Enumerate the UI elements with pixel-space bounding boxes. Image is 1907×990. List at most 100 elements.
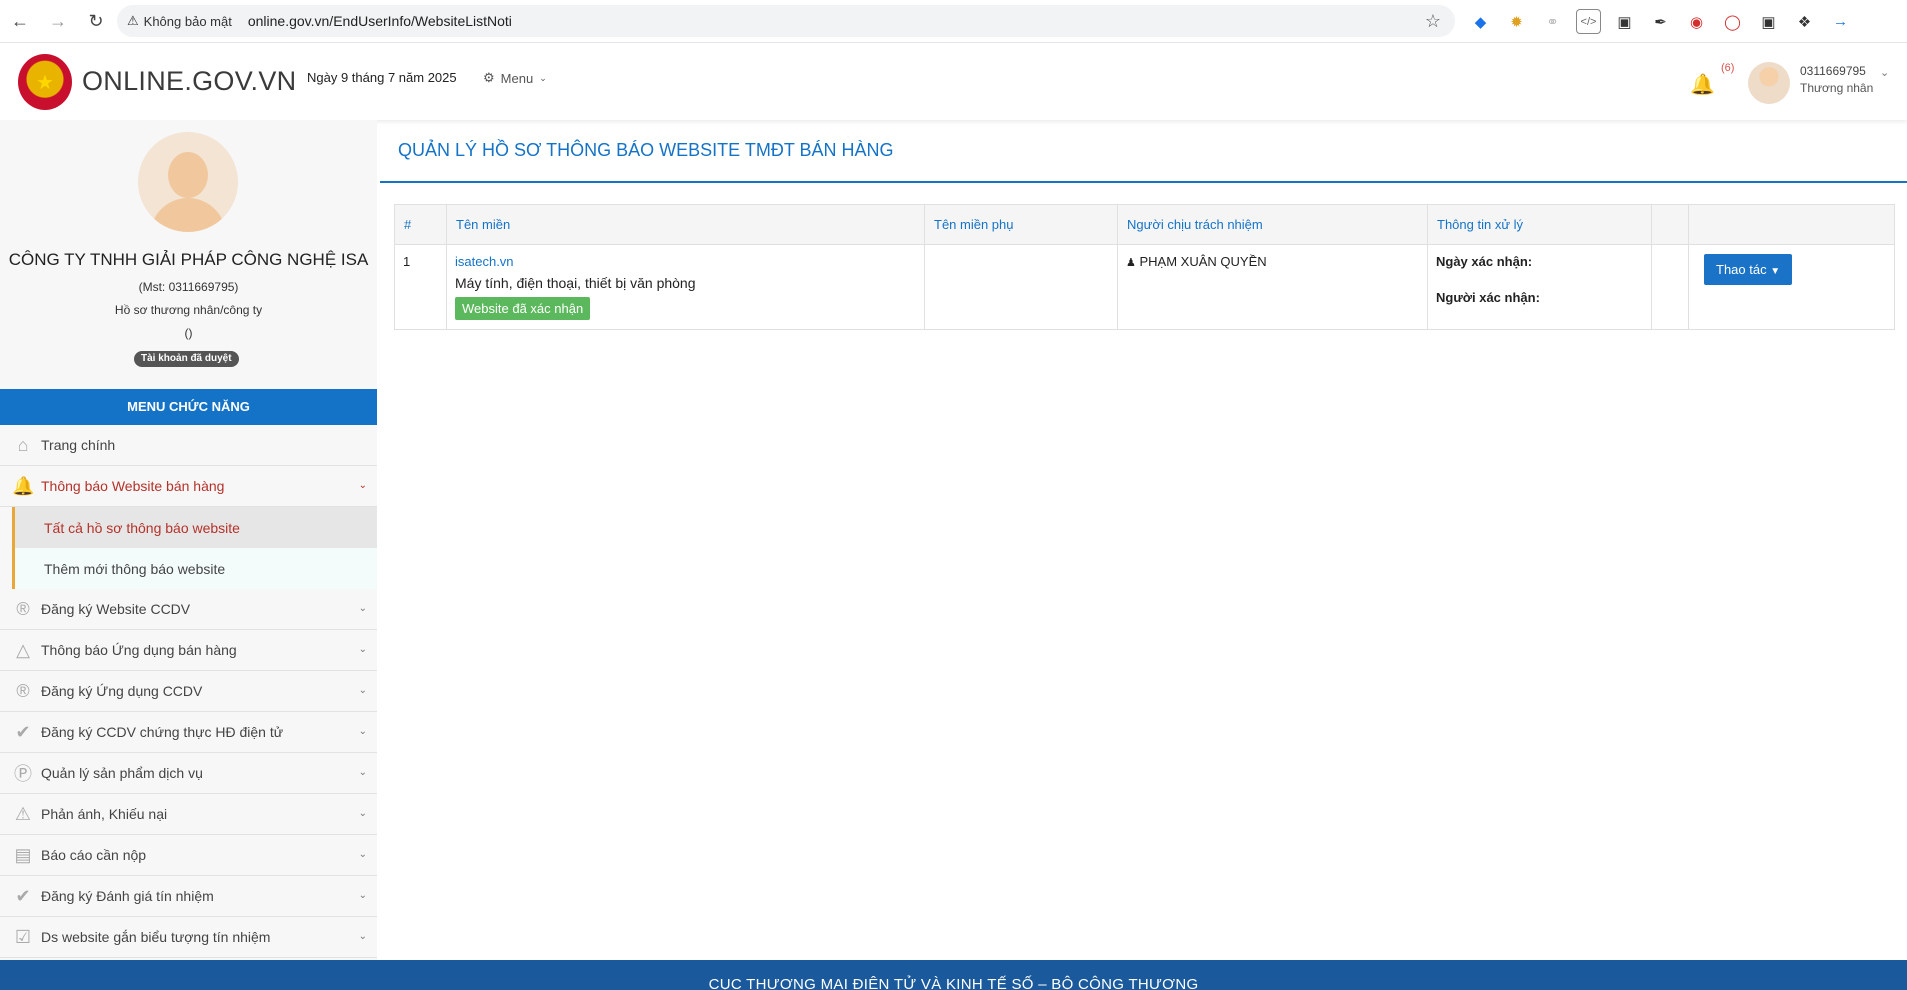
- processing-info-cell: Ngày xác nhận: Người xác nhận:: [1427, 244, 1652, 330]
- extensions-bar: ◆ ✹ ⚭ </> ▣ ✒ ◉ ◯ ▣ ❖ →: [1468, 9, 1853, 34]
- site-name[interactable]: ONLINE.GOV.VN: [82, 66, 296, 97]
- security-label: Không bảo mật: [143, 13, 232, 29]
- confirmer-label: Người xác nhận:: [1436, 290, 1540, 305]
- chevron-down-icon: ⌄: [358, 808, 367, 819]
- chevron-down-icon: ⌄: [358, 480, 367, 491]
- gear-icon: ⚙: [483, 70, 495, 85]
- sidebar-item-home[interactable]: ⌂ Trang chính: [0, 425, 377, 466]
- sidebar-item-label: Đăng ký Đánh giá tín nhiệm: [41, 888, 214, 904]
- extension-new-badge-icon[interactable]: ◉: [1684, 9, 1709, 34]
- extension-tab-icon[interactable]: →: [1828, 9, 1853, 34]
- website-notification-table: # Tên miền Tên miền phụ Người chịu trách…: [394, 204, 1895, 330]
- extensions-puzzle-icon[interactable]: ❖: [1792, 9, 1817, 34]
- actions-button-label: Thao tác: [1716, 262, 1767, 277]
- user-id[interactable]: 0311669795: [1800, 64, 1866, 78]
- extension-qr-icon[interactable]: ▣: [1612, 9, 1637, 34]
- sidebar: CÔNG TY TNHH GIẢI PHÁP CÔNG NGHỆ ISA (Ms…: [0, 120, 377, 960]
- chevron-down-icon: ⌄: [358, 849, 367, 860]
- verified-status-badge: Website đã xác nhận: [455, 297, 591, 320]
- sidebar-item-label: Báo cáo cần nộp: [41, 847, 147, 863]
- check-circle-icon: ✔: [15, 885, 31, 906]
- sidebar-item-products[interactable]: Ⓟ Quản lý sản phẩm dịch vụ ⌄: [0, 753, 377, 794]
- warning-icon: ⚠: [14, 803, 32, 824]
- sidebar-item-app-notification[interactable]: △ Thông báo Ứng dụng bán hàng ⌄: [0, 630, 377, 671]
- column-header-empty: [1651, 204, 1689, 245]
- profile-extra: (): [184, 326, 193, 340]
- column-header-responsible-person: Người chịu trách nhiệm: [1117, 204, 1428, 245]
- sidebar-item-label: Quản lý sản phẩm dịch vụ: [41, 765, 203, 781]
- user-avatar[interactable]: [1748, 62, 1790, 104]
- extension-sun-icon[interactable]: ✹: [1504, 9, 1529, 34]
- page-title: QUẢN LÝ HỒ SƠ THÔNG BÁO WEBSITE TMĐT BÁN…: [398, 140, 894, 160]
- sidebar-item-label: Tất cả hồ sơ thông báo website: [44, 519, 240, 536]
- top-menu-dropdown[interactable]: ⚙ Menu ⌄: [483, 70, 547, 86]
- sidebar-item-reports[interactable]: ▤ Báo cáo cần nộp ⌄: [0, 835, 377, 876]
- sidebar-item-register-app[interactable]: ® Đăng ký Ứng dụng CCDV ⌄: [0, 671, 377, 712]
- sidebar-item-einvoice-certification[interactable]: ✔ Đăng ký CCDV chứng thực HĐ điện tử ⌄: [0, 712, 377, 753]
- extension-code-icon[interactable]: </>: [1576, 9, 1601, 34]
- sidebar-item-label: Phản ánh, Khiếu nại: [41, 806, 168, 822]
- table-row: 1 isatech.vn Máy tính, điện thoại, thiết…: [394, 244, 1895, 330]
- domain-link[interactable]: isatech.vn: [455, 254, 916, 269]
- extension-opera-icon[interactable]: ◯: [1720, 9, 1745, 34]
- sidebar-item-label: Ds website gắn biểu tượng tín nhiệm: [41, 929, 271, 945]
- responsible-person-cell: ♟ PHẠM XUÂN QUYỀN: [1117, 244, 1428, 330]
- notification-bell-icon[interactable]: 🔔: [1690, 72, 1715, 97]
- browser-toolbar: ← → ↻ ⚠ Không bảo mật online.gov.vn/EndU…: [0, 0, 1907, 43]
- user-menu-chevron-icon[interactable]: ⌄: [1880, 66, 1889, 79]
- company-name: CÔNG TY TNHH GIẢI PHÁP CÔNG NGHỆ ISA: [8, 250, 369, 269]
- security-indicator[interactable]: ⚠ Không bảo mật: [127, 13, 232, 29]
- sidebar-item-label: Đăng ký Ứng dụng CCDV: [41, 683, 203, 699]
- actions-dropdown-button[interactable]: Thao tác ▼: [1704, 254, 1793, 285]
- domain-cell: isatech.vn Máy tính, điện thoại, thiết b…: [446, 244, 925, 330]
- chevron-down-icon: ⌄: [539, 72, 547, 83]
- registered-icon: ®: [16, 598, 30, 619]
- sidebar-item-label: Thông báo Ứng dụng bán hàng: [41, 642, 237, 658]
- bell-icon: △: [16, 639, 30, 660]
- extension-tag-icon[interactable]: ◆: [1468, 9, 1493, 34]
- sidebar-subitem-all-website-notifications[interactable]: Tất cả hồ sơ thông báo website: [12, 507, 377, 548]
- sidebar-item-label: Trang chính: [41, 437, 116, 453]
- caret-down-icon: ▼: [1770, 266, 1781, 277]
- url-text[interactable]: online.gov.vn/EndUserInfo/WebsiteListNot…: [248, 13, 512, 29]
- sidebar-menu: ⌂ Trang chính 🔔 Thông báo Website bán hà…: [0, 425, 377, 958]
- responsible-person-name: PHẠM XUÂN QUYỀN: [1139, 254, 1267, 269]
- sidebar-subitem-add-website-notification[interactable]: Thêm mới thông báo website: [12, 548, 377, 589]
- national-emblem-logo[interactable]: ★: [18, 54, 72, 110]
- registered-icon: ®: [16, 680, 30, 701]
- user-icon: ♟: [1126, 257, 1136, 269]
- sidebar-item-label: Thông báo Website bán hàng: [41, 478, 225, 494]
- sidebar-item-complaints[interactable]: ⚠ Phản ánh, Khiếu nại ⌄: [0, 794, 377, 835]
- column-header-processing-info: Thông tin xử lý: [1427, 204, 1652, 245]
- sidebar-item-trust-badge-websites[interactable]: ☑ Ds website gắn biểu tượng tín nhiệm ⌄: [0, 917, 377, 958]
- subdomain-cell: [924, 244, 1118, 330]
- tax-code: (Mst: 0311669795): [138, 280, 239, 294]
- sidebar-item-trust-rating[interactable]: ✔ Đăng ký Đánh giá tín nhiệm ⌄: [0, 876, 377, 917]
- p-circle-icon: Ⓟ: [14, 764, 32, 784]
- row-index: 1: [394, 244, 447, 330]
- sidebar-item-label: Đăng ký CCDV chứng thực HĐ điện tử: [41, 724, 284, 740]
- back-icon[interactable]: ←: [8, 9, 32, 33]
- bookmark-star-icon[interactable]: ☆: [1425, 11, 1441, 32]
- extension-link-icon[interactable]: ⚭: [1540, 9, 1565, 34]
- bell-icon: 🔔: [12, 475, 35, 496]
- home-icon: ⌂: [17, 434, 29, 455]
- checkbox-icon: ☑: [14, 926, 32, 947]
- avatar-head: [168, 152, 208, 198]
- document-icon: ▤: [14, 844, 32, 865]
- chevron-down-icon: ⌄: [358, 931, 367, 942]
- confirm-date-label: Ngày xác nhận:: [1436, 254, 1533, 269]
- extension-image-icon[interactable]: ▣: [1756, 9, 1781, 34]
- extension-eyedropper-icon[interactable]: ✒: [1648, 9, 1673, 34]
- sidebar-item-website-notification[interactable]: 🔔 Thông báo Website bán hàng ⌄: [0, 466, 377, 507]
- profile-type: Hồ sơ thương nhân/công ty: [114, 303, 263, 317]
- address-bar[interactable]: ⚠ Không bảo mật online.gov.vn/EndUserInf…: [117, 5, 1455, 37]
- current-date: Ngày 9 tháng 7 năm 2025: [307, 70, 457, 85]
- title-divider: [380, 181, 1907, 183]
- sidebar-item-register-website[interactable]: ® Đăng ký Website CCDV ⌄: [0, 589, 377, 630]
- forward-icon[interactable]: →: [46, 9, 70, 33]
- notification-count[interactable]: (6): [1721, 62, 1734, 74]
- profile-avatar: [138, 132, 238, 232]
- menu-title: MENU CHỨC NĂNG: [0, 389, 377, 425]
- reload-icon[interactable]: ↻: [84, 9, 108, 33]
